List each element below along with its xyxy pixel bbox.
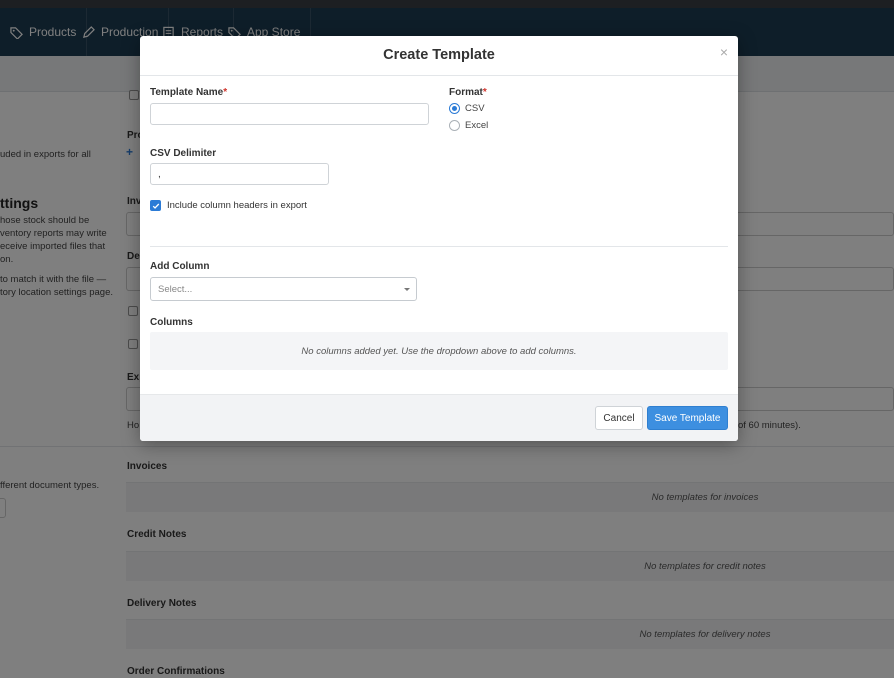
label-text: Format	[449, 87, 483, 98]
radio-label: Excel	[465, 120, 489, 131]
check-icon	[152, 203, 159, 209]
radio-selected-icon[interactable]	[449, 103, 460, 114]
checkbox-label: Include column headers in export	[167, 200, 307, 211]
cancel-button[interactable]: Cancel	[595, 406, 643, 430]
modal-divider	[150, 246, 728, 247]
add-column-select[interactable]: Select...	[150, 277, 417, 301]
columns-empty-state: No columns added yet. Use the dropdown a…	[150, 332, 728, 370]
modal-title: Create Template	[383, 47, 495, 63]
radio-label: CSV	[465, 103, 485, 114]
columns-label: Columns	[150, 317, 193, 328]
create-template-modal: Create Template × Template Name* Format*…	[140, 36, 738, 441]
close-icon[interactable]: ×	[720, 45, 728, 59]
include-headers-checkbox[interactable]	[150, 200, 161, 211]
required-mark: *	[482, 87, 487, 98]
format-label: Format*	[449, 87, 487, 98]
csv-delimiter-input[interactable]	[150, 163, 329, 185]
csv-delimiter-label: CSV Delimiter	[150, 148, 217, 159]
include-headers-checkbox-row[interactable]: Include column headers in export	[150, 200, 307, 211]
radio-unselected-icon[interactable]	[449, 120, 460, 131]
template-name-label: Template Name*	[150, 87, 227, 98]
save-template-button[interactable]: Save Template	[647, 406, 728, 430]
format-option-excel[interactable]: Excel	[449, 120, 488, 131]
add-column-label: Add Column	[150, 261, 210, 272]
label-text: Template Name	[150, 87, 224, 98]
caret-down-icon	[404, 288, 410, 291]
format-option-csv[interactable]: CSV	[449, 103, 485, 114]
required-mark: *	[223, 87, 228, 98]
modal-footer: Cancel Save Template	[140, 394, 738, 441]
select-placeholder: Select...	[158, 283, 193, 295]
modal-header: Create Template ×	[140, 36, 738, 76]
template-name-input[interactable]	[150, 103, 429, 125]
